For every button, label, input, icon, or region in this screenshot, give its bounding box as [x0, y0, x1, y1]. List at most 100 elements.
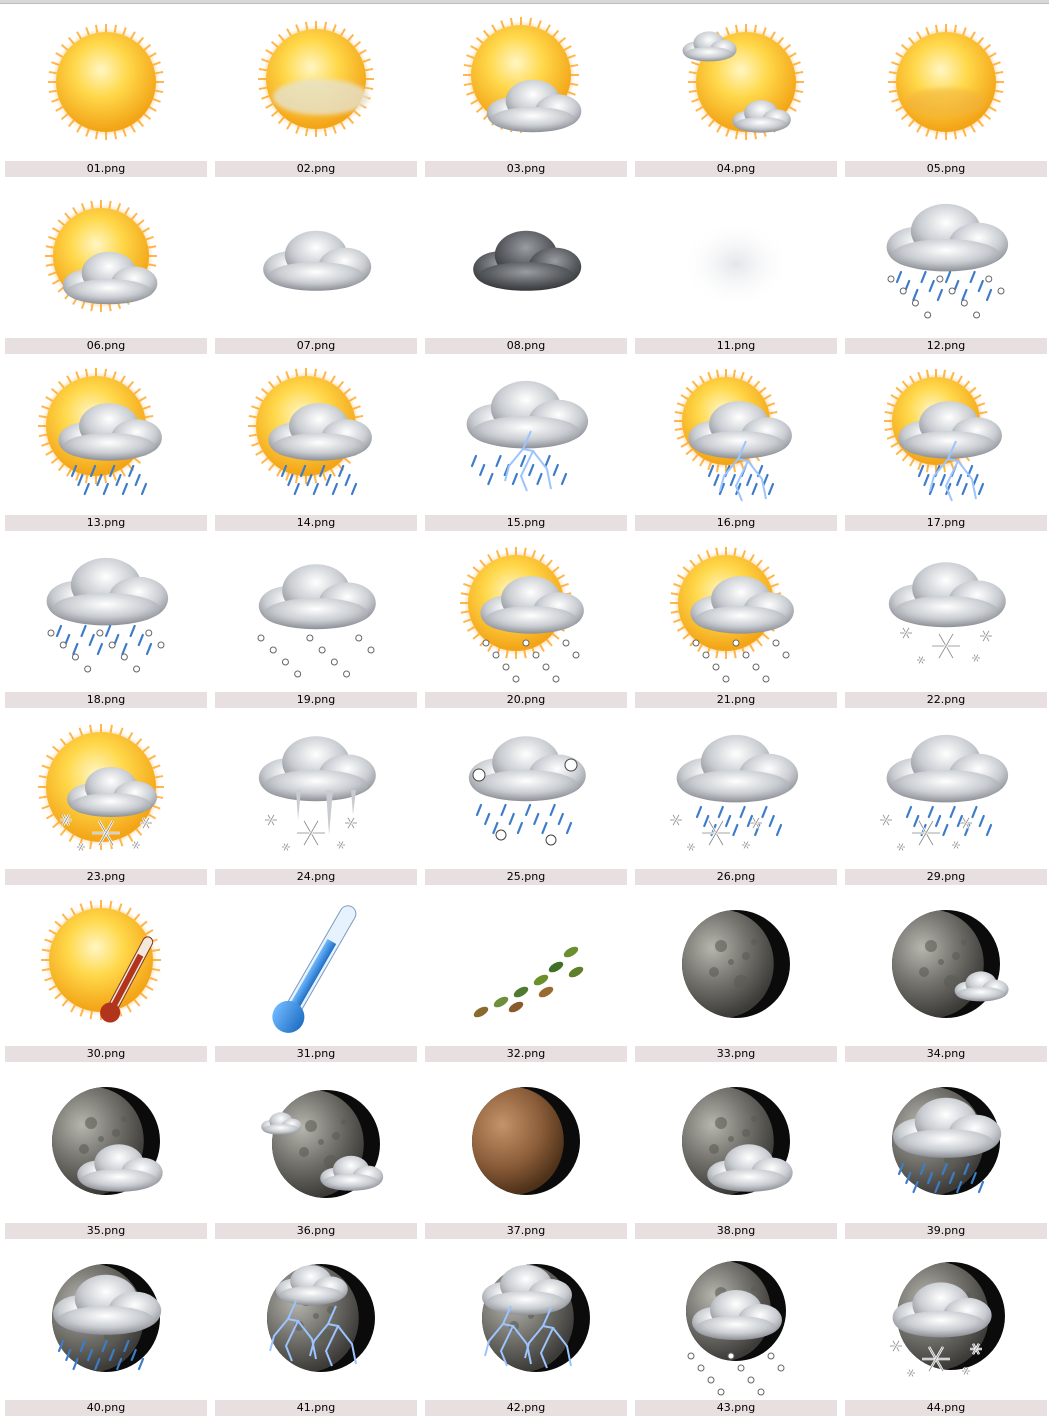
file-tile[interactable]: 44.png	[845, 1246, 1047, 1416]
cloud-shape	[258, 564, 376, 630]
file-thumbnail-grid: 01.png 02.png 03.png 04.png 05.png 06.pn…	[5, 7, 1047, 1416]
sun-thermometer-hot-icon	[5, 892, 207, 1042]
file-tile[interactable]: 43.png	[635, 1246, 837, 1416]
thermometer-cold-icon	[215, 892, 417, 1042]
snow-shape	[900, 627, 992, 665]
cloud-dark-icon	[425, 184, 627, 334]
file-name-label: 36.png	[215, 1223, 417, 1239]
file-name-label: 20.png	[425, 692, 627, 708]
snow-shape	[670, 814, 762, 852]
moon-brown-icon	[425, 1069, 627, 1219]
file-name-label: 30.png	[5, 1046, 207, 1062]
file-tile[interactable]: 07.png	[215, 184, 417, 354]
moon-cloud-icon	[635, 1069, 837, 1219]
file-tile[interactable]: 02.png	[215, 7, 417, 177]
file-tile[interactable]: 31.png	[215, 892, 417, 1062]
file-name-label: 35.png	[5, 1223, 207, 1239]
file-tile[interactable]: 33.png	[635, 892, 837, 1062]
file-tile[interactable]: 11.png	[635, 184, 837, 354]
moon-cloud-icon	[5, 1069, 207, 1219]
file-name-label: 07.png	[215, 338, 417, 354]
file-name-label: 02.png	[215, 161, 417, 177]
file-tile[interactable]: 01.png	[5, 7, 207, 177]
file-name-label: 21.png	[635, 692, 837, 708]
moon-cloud-rain-icon	[5, 1246, 207, 1396]
moon-shape	[892, 910, 1000, 1018]
file-tile[interactable]: 06.png	[5, 184, 207, 354]
file-name-label: 06.png	[5, 338, 207, 354]
moon-icon	[635, 892, 837, 1042]
file-tile[interactable]: 22.png	[845, 538, 1047, 708]
file-tile[interactable]: 26.png	[635, 715, 837, 885]
file-tile[interactable]: 21.png	[635, 538, 837, 708]
file-tile[interactable]: 29.png	[845, 715, 1047, 885]
thermometer-shape	[272, 905, 357, 1033]
cloud-shape	[46, 557, 169, 626]
file-tile[interactable]: 24.png	[215, 715, 417, 885]
file-tile[interactable]: 19.png	[215, 538, 417, 708]
file-tile[interactable]: 30.png	[5, 892, 207, 1062]
file-tile[interactable]: 16.png	[635, 361, 837, 531]
file-tile[interactable]: 05.png	[845, 7, 1047, 177]
file-tile[interactable]: 12.png	[845, 184, 1047, 354]
file-tile[interactable]: 20.png	[425, 538, 627, 708]
file-name-label: 32.png	[425, 1046, 627, 1062]
file-name-label: 17.png	[845, 515, 1047, 531]
file-tile[interactable]: 38.png	[635, 1069, 837, 1239]
snow-shape	[265, 814, 357, 852]
sun-hazy-icon	[845, 7, 1047, 157]
file-tile[interactable]: 42.png	[425, 1246, 627, 1416]
file-name-label: 44.png	[845, 1400, 1047, 1416]
moon-cloud-rain-icon	[845, 1069, 1047, 1219]
file-name-label: 31.png	[215, 1046, 417, 1062]
sun-shape	[258, 21, 374, 137]
file-tile[interactable]: 15.png	[425, 361, 627, 531]
hail-shape	[257, 634, 375, 678]
file-name-label: 29.png	[845, 869, 1047, 885]
file-tile[interactable]: 35.png	[5, 1069, 207, 1239]
file-tile[interactable]: 08.png	[425, 184, 627, 354]
cloud-shape	[258, 736, 376, 802]
sun-cloud-icon	[425, 7, 627, 157]
file-tile[interactable]: 17.png	[845, 361, 1047, 531]
cloud-lightning-rain-icon	[425, 361, 627, 511]
file-name-label: 14.png	[215, 515, 417, 531]
wind-leaves-icon	[425, 892, 627, 1042]
sun-shape	[48, 24, 164, 140]
file-name-label: 43.png	[635, 1400, 837, 1416]
file-tile[interactable]: 34.png	[845, 892, 1047, 1062]
file-tile[interactable]: 39.png	[845, 1069, 1047, 1239]
rain-shape	[470, 454, 568, 486]
cloud-shape	[676, 734, 799, 803]
file-tile[interactable]: 36.png	[215, 1069, 417, 1239]
file-tile[interactable]: 40.png	[5, 1246, 207, 1416]
file-name-label: 03.png	[425, 161, 627, 177]
cloud-rain-hail-icon	[425, 715, 627, 865]
file-tile[interactable]: 14.png	[215, 361, 417, 531]
file-name-label: 39.png	[845, 1223, 1047, 1239]
file-tile[interactable]: 18.png	[5, 538, 207, 708]
file-tile[interactable]: 13.png	[5, 361, 207, 531]
file-name-label: 24.png	[215, 869, 417, 885]
file-tile[interactable]: 37.png	[425, 1069, 627, 1239]
cloud-sleet-icon	[5, 538, 207, 688]
file-tile[interactable]: 04.png	[635, 7, 837, 177]
file-name-label: 13.png	[5, 515, 207, 531]
file-name-label: 34.png	[845, 1046, 1047, 1062]
file-tile[interactable]: 41.png	[215, 1246, 417, 1416]
sun-cloud-hail-icon	[635, 538, 837, 688]
file-tile[interactable]: 23.png	[5, 715, 207, 885]
file-tile[interactable]: 03.png	[425, 7, 627, 177]
cloud-light-icon	[215, 184, 417, 334]
file-name-label: 26.png	[635, 869, 837, 885]
file-tile[interactable]: 25.png	[425, 715, 627, 885]
file-tile[interactable]: 32.png	[425, 892, 627, 1062]
cloud-sleet-icon	[845, 184, 1047, 334]
sun-haze-icon	[215, 7, 417, 157]
moon-two-clouds-icon	[215, 1069, 417, 1219]
moon-shape	[472, 1087, 580, 1195]
sun-two-clouds-icon	[635, 7, 837, 157]
file-name-label: 11.png	[635, 338, 837, 354]
sun-cloud-hail-icon	[425, 538, 627, 688]
file-name-label: 05.png	[845, 161, 1047, 177]
